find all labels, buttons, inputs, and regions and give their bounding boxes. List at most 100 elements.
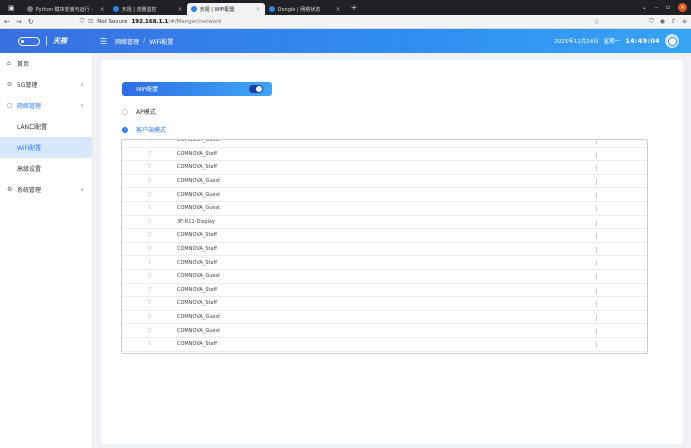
network-ssid: COMNOVA_Staff — [177, 259, 217, 266]
browser-tab-python[interactable]: Python 模块安装与运行 - × — [23, 3, 109, 15]
network-ssid: COMNOVA_Guest — [177, 178, 221, 185]
menu-toggle-icon[interactable]: ☰ — [100, 37, 107, 46]
sidebar-item-5g[interactable]: ⊜ 5G管理 ∨ — [0, 74, 92, 95]
sidebar-item-system[interactable]: ⚙ 系统管理 ∨ — [0, 179, 92, 200]
network-ssid: COMNOVA_Guest — [177, 139, 221, 144]
address-bar[interactable]: ⛉ ⊡ Not Secure 192.168.1.1/#/Manger/netw… — [80, 17, 600, 27]
network-row[interactable]: ▽ COMNOVA_Staff — [122, 161, 647, 175]
wifi-icon: ▽ — [147, 139, 152, 144]
mode-ap-label: AP模式 — [136, 109, 156, 116]
app-header: 天视 ☰ 网络管理 / WiFi配置 2025年11月24日 星期一 14:49… — [0, 29, 691, 53]
sidebar-subitem-lan[interactable]: LAN口配置 — [0, 116, 92, 137]
back-icon[interactable]: ← — [4, 18, 10, 26]
account-icon[interactable]: ◉ — [660, 18, 665, 26]
browser-menu-icon[interactable]: ▣ — [0, 4, 23, 12]
tab-close-icon[interactable]: × — [100, 6, 105, 13]
breadcrumb: 网络管理 / WiFi配置 — [115, 37, 173, 46]
row-divider — [596, 273, 597, 280]
network-row[interactable]: ▽ COMNOVA_Guest — [122, 175, 647, 189]
sidebar-item-network[interactable]: ▢ 网络管理 ∧ — [0, 95, 92, 116]
wifi-config-label: WiFi配置 — [136, 87, 159, 93]
breadcrumb-separator: / — [143, 36, 146, 44]
radio-client[interactable] — [122, 126, 128, 133]
network-list-inner: ▽ COMNOVA_Guest ▽ COMNOVA_Staff ▽ COMNOVA_Sta… — [122, 139, 647, 352]
network-row[interactable]: ▽ COMNOVA_Guest — [122, 324, 647, 338]
row-divider — [596, 178, 597, 185]
sidebar-subitem-advanced[interactable]: 高级设置 — [0, 158, 92, 179]
sidebar: ⌂ 首页 ⊜ 5G管理 ∨ ▢ 网络管理 ∧ LAN口配置 WiFi配置 高级设… — [0, 53, 93, 448]
header-time: 14:49:04 — [625, 37, 660, 45]
network-row[interactable]: ▽ COMNOVA_Staff — [122, 148, 647, 162]
network-row[interactable]: ▽ COMNOVA_Staff — [122, 243, 647, 257]
mode-ap-option[interactable]: AP模式 — [122, 107, 156, 116]
network-row[interactable]: ▽ COMNOVA_Guest — [122, 270, 647, 284]
breadcrumb-current: WiFi配置 — [149, 38, 174, 46]
network-ssid: COMNOVA_Staff — [177, 341, 217, 348]
pocket-icon[interactable]: ⛉ — [649, 18, 654, 26]
security-label: Not Secure — [97, 18, 128, 25]
tab-close-icon[interactable]: × — [178, 6, 183, 13]
user-avatar[interactable] — [665, 34, 679, 48]
wifi-toggle[interactable] — [249, 85, 263, 93]
tab-list-icon[interactable]: ⌄ — [642, 4, 647, 11]
tab-title: 天视 | 流量监控 — [121, 6, 157, 13]
mode-client-option[interactable]: 客户端模式 — [122, 125, 166, 134]
browser-tab-dongle[interactable]: Dongle | 网络状态 × — [265, 3, 345, 15]
row-divider — [596, 140, 597, 144]
network-row[interactable]: ▽ COMNOVA_Staff — [122, 256, 647, 270]
tab-close-icon[interactable]: × — [336, 6, 341, 13]
tab-title: Dongle | 网络状态 — [277, 6, 321, 13]
tab-favicon-icon — [268, 6, 275, 12]
close-window-icon[interactable]: × — [678, 3, 687, 12]
home-icon: ⌂ — [7, 60, 11, 67]
reload-icon[interactable]: ↻ — [28, 18, 34, 26]
network-row[interactable]: ▽ COMNOVA_Staff — [122, 284, 647, 298]
minimize-icon[interactable]: – — [655, 4, 658, 11]
row-divider — [596, 287, 597, 294]
wifi-icon: ▽ — [147, 341, 152, 348]
maximize-icon[interactable]: ▫ — [666, 4, 670, 11]
sidebar-item-home[interactable]: ⌂ 首页 — [0, 53, 92, 74]
wifi-icon: ▽ — [147, 286, 152, 293]
network-row[interactable]: ▽ COMNOVA_Guest — [122, 188, 647, 202]
breadcrumb-item[interactable]: 网络管理 — [115, 37, 139, 46]
network-row[interactable]: ▽ COMNOVA_Staff — [122, 297, 647, 311]
wifi-icon: ▽ — [147, 178, 152, 185]
row-divider — [596, 341, 597, 348]
network-row[interactable]: ▽ COMNOVA_Staff — [122, 229, 647, 243]
network-ssid: COMNOVA_Guest — [177, 327, 221, 334]
network-row[interactable]: ▽ 3F-R11-Display — [122, 216, 647, 230]
wifi-icon: ▽ — [147, 314, 152, 321]
extensions-icon[interactable]: ⇧ — [671, 18, 676, 26]
forward-icon[interactable]: → — [16, 18, 22, 26]
network-row[interactable]: ▽ COMNOVA_Guest — [122, 311, 647, 325]
chevron-down-icon: ∨ — [80, 81, 84, 88]
new-tab-button[interactable]: + — [351, 3, 358, 12]
chevron-up-icon: ∧ — [80, 102, 84, 109]
logo-divider — [46, 36, 47, 46]
sidebar-subitem-wifi[interactable]: WiFi配置 — [0, 137, 92, 158]
browser-tab-wifi[interactable]: 天视 | WiFi配置 × — [186, 3, 265, 15]
radio-ap[interactable] — [122, 108, 128, 115]
browser-tab-traffic[interactable]: 天视 | 流量监控 × — [109, 3, 187, 15]
url-path: /#/Manger/network — [168, 18, 222, 25]
wifi-icon: ▽ — [147, 232, 152, 239]
url-host: 192.168.1.1 — [131, 18, 169, 25]
header-clock: 2025年11月24日 星期一 14:49:04 — [554, 34, 691, 48]
chevron-down-icon: ∨ — [80, 186, 84, 193]
main-content: WiFi配置 AP模式 客户端模式 ▽ COMNOVA_Guest ▽ COMNOVA… — [101, 60, 683, 444]
app-menu-icon[interactable]: ≡ — [682, 18, 687, 26]
wifi-icon: ▽ — [147, 300, 152, 307]
network-list[interactable]: ▽ COMNOVA_Guest ▽ COMNOVA_Staff ▽ COMNOVA_Sta… — [121, 139, 648, 354]
sidebar-item-label: 系统管理 — [17, 187, 42, 194]
tab-favicon-icon — [190, 6, 197, 12]
network-ssid: COMNOVA_Guest — [177, 191, 221, 198]
network-row[interactable]: ▽ COMNOVA_Guest — [122, 202, 647, 216]
row-divider — [596, 314, 597, 321]
lock-warning-icon[interactable]: ⊡ — [88, 18, 93, 25]
tab-close-icon[interactable]: × — [256, 6, 261, 13]
network-row[interactable]: ▽ COMNOVA_Staff — [122, 338, 647, 352]
header-weekday: 星期一 — [603, 39, 621, 45]
network-row[interactable]: ▽ COMNOVA_Guest — [122, 139, 647, 148]
bookmark-star-icon[interactable]: ☆ — [593, 18, 599, 26]
